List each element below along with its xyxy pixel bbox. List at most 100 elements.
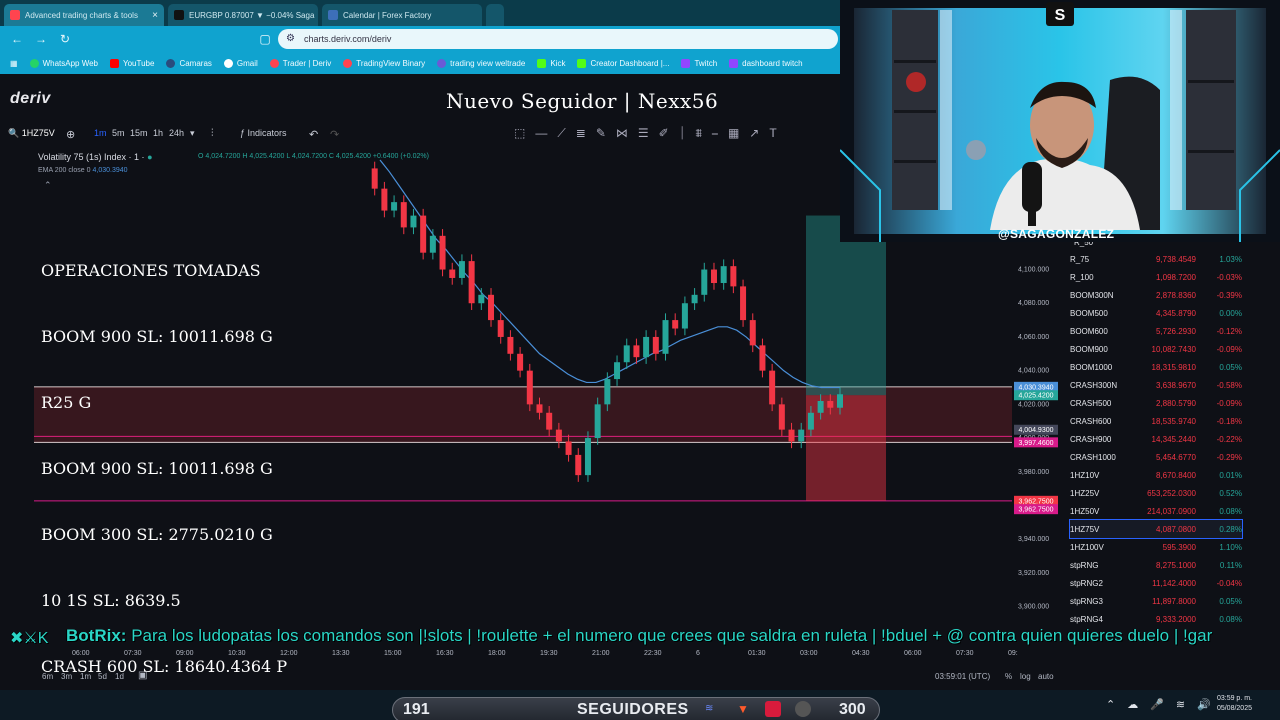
bookmark-icon[interactable]: ▢ — [258, 32, 272, 46]
watchlist-row[interactable]: CRASH600 18,535.9740 -0.18% — [1070, 412, 1242, 430]
vline-tool-icon[interactable]: ⏐ — [679, 126, 686, 141]
watchlist-row[interactable]: 1HZ25V 653,252.0300 0.52% — [1070, 484, 1242, 502]
close-tab-icon[interactable]: × — [152, 10, 158, 21]
follower-count: 191 — [403, 701, 430, 718]
watchlist-symbol: BOOM1000 — [1070, 362, 1113, 372]
price-candle — [623, 345, 630, 363]
bookmark-tradingview-weltrade[interactable]: trading view weltrade — [437, 58, 525, 68]
new-tab-button[interactable] — [486, 4, 504, 26]
watchlist-row[interactable]: R_100 1,098.7200 -0.03% — [1070, 268, 1242, 286]
microphone-icon[interactable]: 🎤 — [1150, 698, 1164, 711]
watchlist-row[interactable]: 1HZ10V 8,670.8400 0.01% — [1070, 466, 1242, 484]
reload-icon[interactable]: ↻ — [58, 32, 72, 46]
watchlist-row[interactable]: CRASH500 2,880.5790 -0.09% — [1070, 394, 1242, 412]
bookmark-whatsapp[interactable]: WhatsApp Web — [29, 58, 98, 68]
timeframe-15m[interactable]: 15m — [130, 128, 148, 138]
hline-tool-icon[interactable]: — — [535, 126, 547, 141]
price-candle — [429, 235, 436, 253]
scale-percent[interactable]: % — [1005, 672, 1012, 681]
browser-tab-deriv[interactable]: Advanced trading charts & tools × — [4, 4, 164, 26]
obs-icon[interactable] — [795, 701, 811, 717]
range-3m[interactable]: 3m — [61, 672, 72, 681]
watchlist-row[interactable]: CRASH1000 5,454.6770 -0.29% — [1070, 448, 1242, 466]
watchlist-row[interactable]: stpRNG 8,275.1000 0.11% — [1070, 556, 1242, 574]
x-tick-label: 22:30 — [644, 650, 662, 657]
bookmark-tradingview-binary[interactable]: TradingView Binary — [343, 58, 425, 68]
pen-tool-icon[interactable]: ✐ — [659, 126, 669, 141]
fib-tool-icon[interactable]: ☰ — [638, 126, 649, 141]
watchlist-row[interactable]: BOOM300N 2,878.8360 -0.39% — [1070, 286, 1242, 304]
chart-type-icon[interactable]: ⫶ — [211, 128, 214, 139]
bookmark-youtube[interactable]: YouTube — [110, 58, 154, 68]
site-info-icon[interactable]: ⚙ — [286, 33, 295, 44]
brave-icon[interactable]: ▼ — [737, 702, 749, 716]
watchlist-row[interactable]: BOOM1000 18,315.9810 0.05% — [1070, 358, 1242, 376]
browser-tab-calendar[interactable]: Calendar | Forex Factory — [322, 4, 482, 26]
channel-tool-icon[interactable]: ≣ — [576, 126, 586, 141]
redo-icon[interactable]: ↷ — [330, 128, 339, 141]
screen: Advanced trading charts & tools × EURGBP… — [0, 0, 1280, 720]
range-6m[interactable]: 6m — [42, 672, 53, 681]
price-candle — [652, 336, 659, 354]
timeframe-1h[interactable]: 1h — [153, 128, 163, 138]
watchlist-row[interactable]: stpRNG2 11,142.4000 -0.04% — [1070, 574, 1242, 592]
grid-tool-icon[interactable]: ▦ — [728, 126, 739, 141]
gann-tool-icon[interactable]: ⩩ — [696, 126, 702, 141]
calendar-icon[interactable]: ▣ — [138, 670, 147, 681]
bookmark-twitch[interactable]: Twitch — [681, 58, 717, 68]
chevron-up-icon[interactable]: ⌃ — [1106, 698, 1115, 711]
collapse-legend-icon[interactable]: ⌃ — [44, 180, 52, 191]
brush-tool-icon[interactable]: ✎ — [596, 126, 606, 141]
browser-tab-eurgbp[interactable]: EURGBP 0.87007 ▼ −0.04% Saga — [168, 4, 318, 26]
range-1m[interactable]: 1m — [80, 672, 91, 681]
bookmark-trader-deriv[interactable]: Trader | Deriv — [269, 58, 331, 68]
taskbar-app-icon[interactable]: ≋ — [705, 703, 713, 714]
indicators-button[interactable]: ƒ Indicators — [240, 128, 287, 138]
back-arrow-icon[interactable]: ← — [10, 32, 24, 46]
add-symbol-icon[interactable]: ⊕ — [66, 128, 75, 141]
select-tool-icon[interactable]: ⬚ — [514, 126, 525, 141]
ops-line: BOOM 900 SL: 10011.698 G — [41, 459, 273, 478]
apps-grid-icon[interactable]: ▦ — [10, 59, 18, 68]
ray-tool-icon[interactable]: ⎯ — [712, 126, 718, 141]
wifi-icon[interactable]: ≋ — [1176, 698, 1185, 711]
deriv-logo[interactable]: deriv — [10, 90, 51, 108]
watchlist-row[interactable]: CRASH900 14,345.2440 -0.22% — [1070, 430, 1242, 448]
watchlist-row[interactable]: 1HZ50V 214,037.0900 0.08% — [1070, 502, 1242, 520]
watchlist-row[interactable]: 1HZ75V 4,087.0800 0.28% — [1069, 519, 1243, 539]
range-1d[interactable]: 1d — [115, 672, 124, 681]
text-tool-icon[interactable]: T — [769, 126, 776, 141]
bookmark-dashboard-twitch[interactable]: dashboard twitch — [729, 58, 803, 68]
ops-line: 10 1S SL: 8639.5 — [41, 591, 181, 610]
bookmark-creator-dashboard[interactable]: Creator Dashboard |... — [577, 58, 669, 68]
bookmark-gmail[interactable]: Gmail — [223, 58, 258, 68]
scale-auto[interactable]: auto — [1038, 672, 1054, 681]
price-candle — [507, 336, 514, 354]
deriv-taskbar-icon[interactable] — [765, 701, 781, 717]
cloud-icon[interactable]: ☁ — [1127, 698, 1138, 711]
symbol-selector[interactable]: 🔍 1HZ75V — [8, 128, 55, 139]
trendline-tool-icon[interactable]: ⟋ — [557, 126, 565, 141]
address-bar[interactable]: ⚙ charts.deriv.com/deriv — [278, 29, 838, 49]
bookmark-kick[interactable]: Kick — [537, 58, 565, 68]
undo-icon[interactable]: ↶ — [309, 128, 318, 141]
watchlist-row[interactable]: BOOM600 5,726.2930 -0.12% — [1070, 322, 1242, 340]
bookmark-camaras[interactable]: Camaras — [166, 58, 212, 68]
timeframe-1m[interactable]: 1m — [94, 128, 107, 138]
watchlist-row[interactable]: CRASH300N 3,638.9670 -0.58% — [1070, 376, 1242, 394]
scale-log[interactable]: log — [1020, 672, 1031, 681]
pattern-tool-icon[interactable]: ⋈ — [616, 126, 628, 141]
arrow-tool-icon[interactable]: ↗ — [749, 126, 759, 141]
watchlist-row[interactable]: 1HZ100V 595.3900 1.10% — [1070, 538, 1242, 556]
watchlist-row[interactable]: R_75 9,738.4549 1.03% — [1070, 250, 1242, 268]
watchlist-row[interactable]: BOOM500 4,345.8790 0.00% — [1070, 304, 1242, 322]
y-tick-label: 3,940.000 — [1018, 536, 1049, 543]
range-5d[interactable]: 5d — [98, 672, 107, 681]
timeframe-5m[interactable]: 5m — [112, 128, 125, 138]
watchlist-row[interactable]: stpRNG3 11,897.8000 0.05% — [1070, 592, 1242, 610]
timeframe-24h[interactable]: 24h — [169, 128, 184, 138]
watchlist-row[interactable]: BOOM900 10,082.7430 -0.09% — [1070, 340, 1242, 358]
forward-arrow-icon[interactable]: → — [34, 32, 48, 46]
chevron-down-icon[interactable]: ▾ — [190, 128, 195, 139]
taskbar-clock[interactable]: 03:59 p. m. 05/08/2025 — [1208, 694, 1252, 714]
